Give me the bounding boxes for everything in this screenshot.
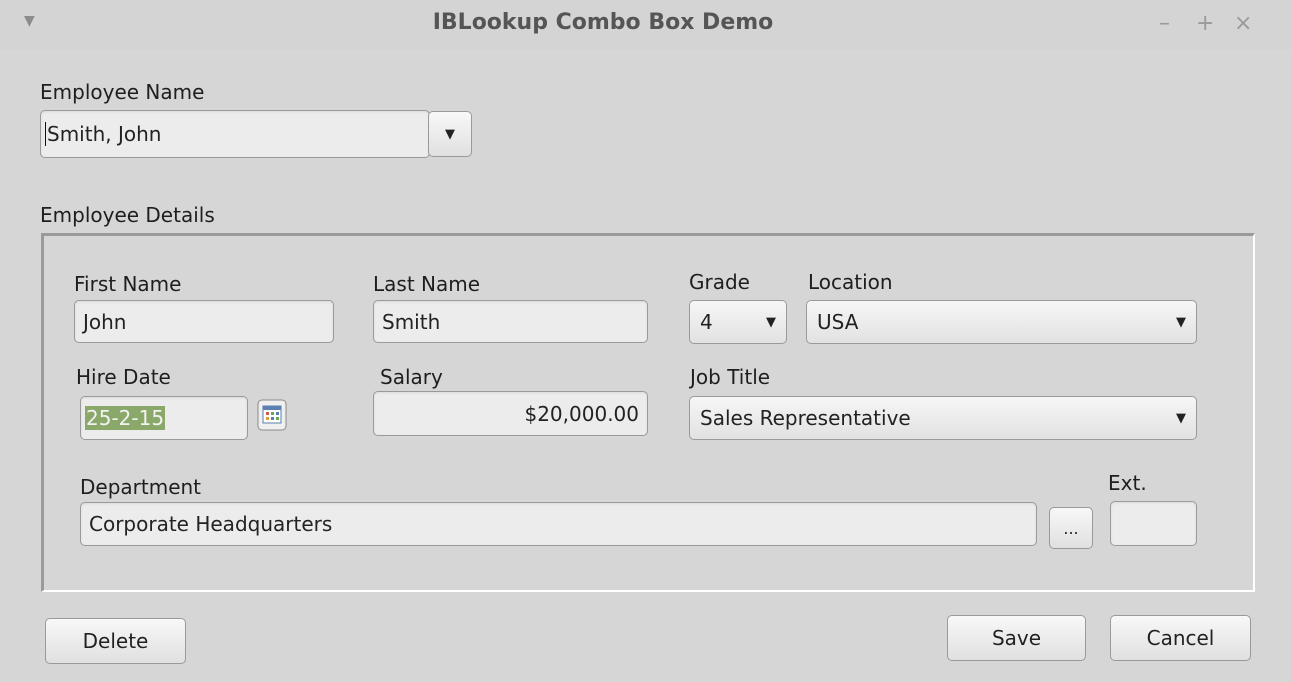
grade-label: Grade bbox=[689, 270, 750, 294]
department-label: Department bbox=[80, 475, 202, 499]
first-name-value: John bbox=[83, 309, 127, 334]
cancel-button[interactable]: Cancel bbox=[1110, 615, 1251, 661]
title-bar: ▼ IBLookup Combo Box Demo – + × bbox=[0, 0, 1291, 50]
minimize-icon[interactable]: – bbox=[1159, 11, 1170, 36]
save-button-label: Save bbox=[991, 626, 1042, 650]
department-browse-button[interactable]: ... bbox=[1049, 507, 1093, 549]
hire-date-input[interactable]: 25-2-15 bbox=[80, 396, 248, 440]
cancel-button-label: Cancel bbox=[1146, 626, 1215, 650]
last-name-label: Last Name bbox=[373, 272, 481, 296]
delete-button[interactable]: Delete bbox=[45, 618, 186, 664]
text-cursor bbox=[45, 122, 46, 146]
employee-name-dropdown-button[interactable]: ▼ bbox=[428, 111, 472, 157]
window-title: IBLookup Combo Box Demo bbox=[432, 10, 774, 35]
department-input[interactable]: Corporate Headquarters bbox=[80, 502, 1037, 546]
employee-name-input[interactable]: Smith, John bbox=[40, 110, 430, 158]
department-value: Corporate Headquarters bbox=[89, 512, 333, 536]
salary-input[interactable]: $20,000.00 bbox=[373, 391, 648, 436]
employee-name-label: Employee Name bbox=[40, 80, 205, 104]
first-name-label: First Name bbox=[74, 272, 182, 296]
job-title-value: Sales Representative bbox=[700, 406, 911, 430]
salary-value: $20,000.00 bbox=[524, 401, 639, 426]
ext-label: Ext. bbox=[1108, 471, 1147, 495]
last-name-value: Smith bbox=[382, 309, 441, 334]
job-title-select[interactable]: Sales Representative ▼ bbox=[689, 396, 1197, 440]
maximize-icon[interactable]: + bbox=[1196, 11, 1214, 36]
close-icon[interactable]: × bbox=[1234, 11, 1252, 36]
chevron-down-icon: ▼ bbox=[1176, 410, 1186, 426]
hire-date-value: 25-2-15 bbox=[85, 406, 166, 430]
browse-label: ... bbox=[1063, 518, 1079, 538]
chevron-down-icon: ▼ bbox=[445, 126, 455, 142]
hire-date-label: Hire Date bbox=[76, 365, 171, 389]
grade-value: 4 bbox=[700, 310, 713, 334]
ext-input[interactable] bbox=[1110, 501, 1197, 546]
delete-button-label: Delete bbox=[82, 629, 149, 653]
last-name-input[interactable]: Smith bbox=[373, 300, 648, 343]
employee-details-group-label: Employee Details bbox=[40, 203, 215, 227]
job-title-label: Job Title bbox=[690, 365, 771, 389]
salary-label: Salary bbox=[380, 365, 443, 389]
location-value: USA bbox=[817, 310, 859, 334]
chevron-down-icon: ▼ bbox=[1176, 314, 1186, 330]
employee-name-value: Smith, John bbox=[47, 122, 162, 146]
save-button[interactable]: Save bbox=[947, 615, 1086, 661]
grade-select[interactable]: 4 ▼ bbox=[689, 300, 787, 344]
location-select[interactable]: USA ▼ bbox=[806, 300, 1197, 344]
calendar-icon bbox=[257, 399, 287, 431]
location-label: Location bbox=[808, 270, 893, 294]
chevron-down-icon: ▼ bbox=[766, 314, 776, 330]
first-name-input[interactable]: John bbox=[74, 300, 334, 343]
calendar-button[interactable] bbox=[257, 399, 287, 431]
